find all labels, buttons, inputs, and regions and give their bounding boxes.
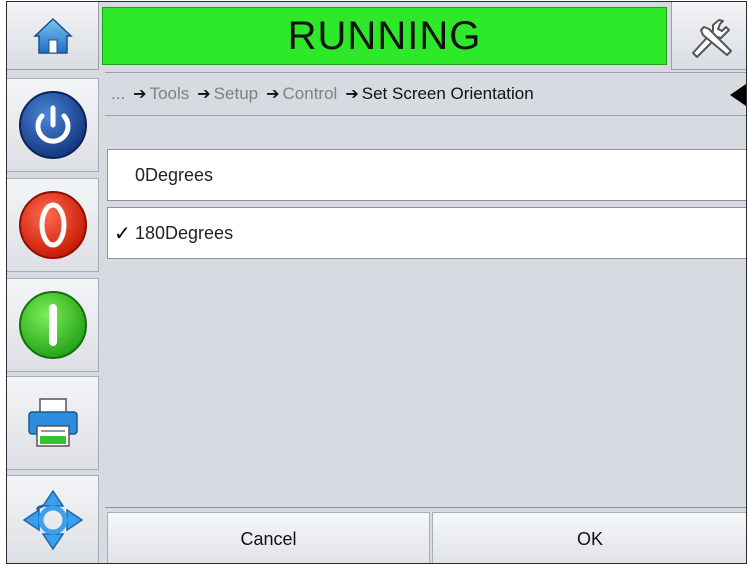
option-label: 180Degrees bbox=[135, 222, 234, 243]
breadcrumb-item-current: Set Screen Orientation bbox=[361, 84, 534, 103]
option-180-degrees[interactable]: ✓ 180Degrees bbox=[107, 207, 746, 259]
machine-status-banner: RUNNING bbox=[102, 7, 667, 65]
tools-icon bbox=[692, 18, 732, 58]
ok-button-label: OK bbox=[576, 528, 603, 549]
arrow-right-icon: ➔ bbox=[133, 86, 147, 103]
start-icon bbox=[18, 291, 87, 359]
breadcrumb-ellipsis[interactable]: ... bbox=[111, 84, 125, 104]
app-window: RUNNING ... ➔ Tools ➔ Setup ➔ Control ➔ … bbox=[6, 1, 747, 564]
navigate-button[interactable] bbox=[7, 475, 99, 563]
cancel-button[interactable]: Cancel bbox=[107, 512, 430, 563]
breadcrumb-item-setup[interactable]: Setup bbox=[214, 84, 258, 104]
option-0-degrees[interactable]: 0Degrees bbox=[107, 149, 746, 201]
ok-button[interactable]: OK bbox=[432, 512, 746, 563]
tools-button[interactable] bbox=[671, 2, 746, 70]
arrow-right-icon: ➔ bbox=[266, 86, 280, 103]
print-button[interactable] bbox=[7, 376, 99, 470]
option-label: 0Degrees bbox=[135, 164, 214, 185]
back-arrow-icon[interactable] bbox=[730, 84, 746, 106]
start-button[interactable] bbox=[7, 278, 99, 372]
breadcrumb-item-tools[interactable]: Tools bbox=[150, 84, 190, 104]
cancel-button-label: Cancel bbox=[240, 528, 297, 549]
power-button[interactable] bbox=[7, 78, 99, 172]
arrow-right-icon: ➔ bbox=[197, 86, 211, 103]
home-icon bbox=[32, 17, 73, 54]
home-button[interactable] bbox=[7, 2, 99, 70]
sidebar bbox=[7, 72, 99, 563]
arrow-right-icon: ➔ bbox=[345, 86, 359, 103]
dialog-footer: Cancel OK bbox=[105, 507, 746, 563]
checkmark-icon: ✓ bbox=[114, 222, 131, 245]
printer-icon bbox=[27, 398, 78, 447]
breadcrumb: ... ➔ Tools ➔ Setup ➔ Control ➔ Set Scre… bbox=[105, 72, 746, 116]
status-text: RUNNING bbox=[287, 13, 482, 58]
stop-button[interactable] bbox=[7, 178, 99, 272]
breadcrumb-item-control[interactable]: Control bbox=[283, 84, 338, 104]
navigation-arrows-icon bbox=[22, 489, 83, 551]
stop-icon bbox=[18, 191, 87, 259]
power-icon bbox=[18, 91, 87, 159]
